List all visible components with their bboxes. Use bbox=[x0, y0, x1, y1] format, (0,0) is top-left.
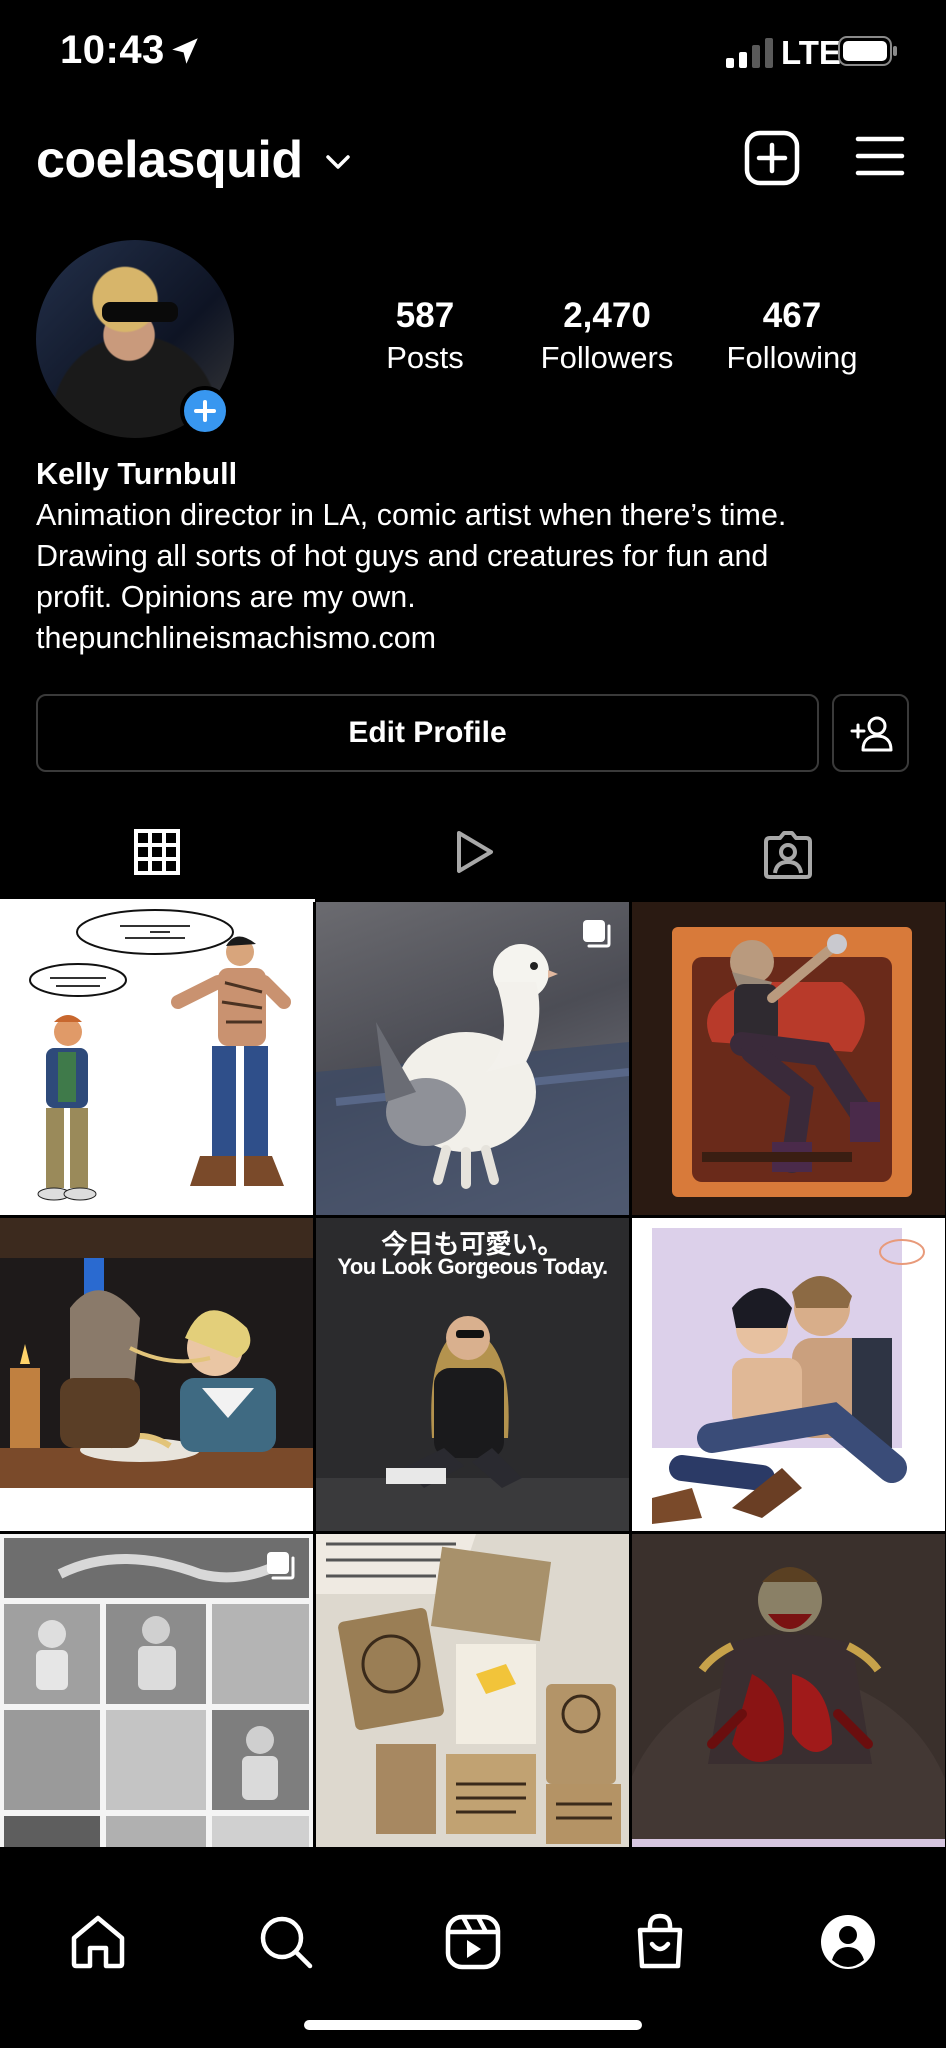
shop-icon[interactable] bbox=[630, 1912, 690, 1972]
bio-line: profit. Opinions are my own. bbox=[36, 580, 416, 614]
post-thumbnail[interactable] bbox=[632, 902, 945, 1215]
stat-followers[interactable]: 2,470 Followers bbox=[527, 296, 687, 376]
stat-label: Following bbox=[726, 340, 858, 375]
post-thumbnail[interactable] bbox=[632, 1534, 945, 1847]
couple-illustration bbox=[652, 1228, 925, 1524]
post-thumbnail[interactable] bbox=[632, 1218, 945, 1531]
post-thumbnail[interactable] bbox=[316, 1534, 629, 1847]
post-thumbnail[interactable] bbox=[0, 1218, 313, 1531]
discover-people-button[interactable] bbox=[832, 694, 909, 772]
chevron-down-icon[interactable] bbox=[324, 150, 352, 174]
stat-value: 587 bbox=[395, 296, 455, 335]
tab-tagged[interactable] bbox=[630, 808, 945, 902]
tab-reels[interactable] bbox=[315, 808, 630, 902]
soap-products-photo bbox=[316, 1534, 629, 1847]
profile-name: Kelly Turnbull bbox=[36, 457, 238, 491]
search-icon[interactable] bbox=[256, 1912, 316, 1972]
plus-icon bbox=[194, 400, 216, 422]
avatar-photo-detail bbox=[102, 302, 178, 322]
stat-following[interactable]: 467 Following bbox=[712, 296, 872, 376]
profile-bio: Kelly Turnbull Animation director in LA,… bbox=[36, 454, 916, 659]
dinner-illustration bbox=[0, 1258, 313, 1531]
username-switcher[interactable]: coelasquid bbox=[36, 130, 303, 190]
post-thumbnail[interactable] bbox=[0, 1534, 313, 1847]
multiple-posts-icon bbox=[267, 1552, 295, 1580]
throne-illustration bbox=[672, 927, 912, 1197]
post-caption-overlay: You Look Gorgeous Today. bbox=[337, 1254, 608, 1279]
add-person-icon bbox=[850, 716, 893, 752]
profile-tabs bbox=[0, 808, 946, 902]
status-bar: 10:43 LTE bbox=[0, 0, 946, 104]
edit-profile-button[interactable]: Edit Profile bbox=[36, 694, 819, 772]
stat-value: 467 bbox=[762, 296, 822, 335]
comic-artwork bbox=[29, 909, 291, 1201]
battery-icon bbox=[838, 36, 897, 66]
zombie-illustration bbox=[632, 1534, 945, 1847]
location-arrow-icon bbox=[172, 38, 198, 64]
tagged-person-icon bbox=[764, 831, 812, 879]
bio-line: Drawing all sorts of hot guys and creatu… bbox=[36, 539, 769, 573]
stat-posts[interactable]: 587 Posts bbox=[365, 296, 485, 376]
signal-bars-icon bbox=[726, 38, 773, 68]
home-icon[interactable] bbox=[68, 1912, 128, 1972]
play-icon bbox=[457, 831, 493, 873]
profile-header: coelasquid bbox=[0, 120, 946, 200]
network-type: LTE bbox=[781, 34, 841, 71]
menu-icon[interactable] bbox=[854, 134, 906, 178]
posts-grid: 今日も可愛い。 You Look Gorgeous Today. bbox=[0, 902, 946, 1854]
post-thumbnail[interactable] bbox=[0, 902, 313, 1215]
home-indicator[interactable] bbox=[304, 2020, 642, 2030]
status-time: 10:43 bbox=[60, 28, 165, 72]
stat-label: Followers bbox=[540, 340, 674, 375]
stat-label: Posts bbox=[386, 340, 464, 375]
profile-icon[interactable] bbox=[818, 1912, 878, 1972]
multiple-posts-icon bbox=[583, 920, 611, 948]
post-thumbnail[interactable]: 今日も可愛い。 You Look Gorgeous Today. bbox=[316, 1218, 629, 1531]
tab-grid[interactable] bbox=[0, 808, 315, 902]
bottom-navigation bbox=[0, 1854, 946, 2048]
reels-icon[interactable] bbox=[443, 1912, 503, 1972]
grid-icon bbox=[134, 829, 180, 875]
add-story-button[interactable] bbox=[180, 386, 230, 436]
post-thumbnail[interactable] bbox=[316, 902, 629, 1215]
new-post-icon[interactable] bbox=[744, 130, 800, 186]
profile-link[interactable]: thepunchlineismachismo.com bbox=[36, 618, 916, 659]
bio-line: Animation director in LA, comic artist w… bbox=[36, 498, 787, 532]
stat-value: 2,470 bbox=[563, 296, 651, 335]
